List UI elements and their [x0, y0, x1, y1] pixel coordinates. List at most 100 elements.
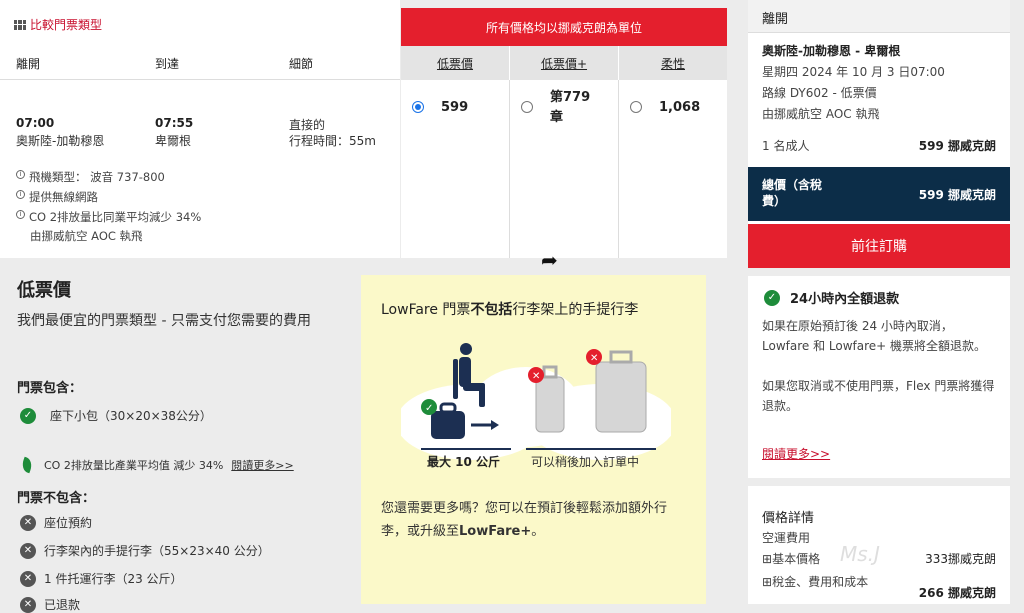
co2-row: i CO 2排放量比同業平均減少 34% — [16, 209, 201, 225]
exclude-item-text: 行李架內的手提行李（55×23×40 公分） — [44, 544, 270, 558]
col-details: 細節 — [289, 57, 314, 71]
check-icon: ✓ — [20, 407, 36, 424]
summary-flight-no: 路線 DY602 - 低票價 — [762, 86, 877, 100]
fare-headers: 低票價 低票價+ 柔性 — [401, 46, 727, 80]
exclude-item-text: 已退款 — [44, 598, 81, 612]
x-icon: ✕ — [20, 514, 36, 531]
total-label: 總價（含稅費） — [762, 178, 823, 208]
flight-info-panel: 比較門票類型 離開 到達 細節 07:00 奧斯陸-加勒穆恩 07:55 卑爾根… — [0, 0, 400, 258]
fare-price-flex: 1,068 — [659, 100, 701, 115]
exclude-item: ✕ 行李架內的手提行李（55×23×40 公分） — [20, 542, 270, 559]
summary-pax-price: 599 挪威克朗 — [918, 139, 996, 153]
card-caption-right: 可以稍後加入訂單中 — [531, 455, 640, 469]
include-item: ✓ 座下小包（30×20×38公分） — [20, 407, 212, 424]
leaf-icon — [19, 456, 35, 474]
check-icon: ✓ — [764, 289, 780, 306]
excludes-heading: 門票不包含： — [17, 491, 96, 506]
booking-summary: 離開 奧斯陸-加勒穆恩 - 卑爾根 星期四 2024 年 10 月 3 日07:… — [748, 0, 1010, 604]
svg-text:✕: ✕ — [590, 353, 598, 364]
base-price-row[interactable]: ⊞基本價格 — [762, 550, 820, 567]
currency-banner: 所有價格均以挪威克朗為單位 — [401, 8, 727, 46]
x-icon: ✕ — [20, 542, 36, 559]
exclude-item: ✕ 已退款 — [20, 596, 80, 613]
lowfare-title: 低票價 — [17, 280, 71, 301]
watermark: Ms.J — [840, 542, 880, 566]
base-price-value: 333挪威克朗 — [925, 552, 996, 566]
card-title-c: 行李架上的手提行李 — [512, 302, 639, 318]
compare-fares-link[interactable]: 比較門票類型 — [14, 16, 102, 33]
airfare-label: 空運費用 — [762, 531, 811, 545]
arrive-city: 卑爾根 — [155, 134, 192, 148]
fare-price-lowfare-plus: 第779 章 — [550, 90, 591, 125]
lowfare-description: 我們最便宜的門票類型 - 只需支付您需要的費用 — [17, 313, 311, 329]
summary-pax: 1 名成人 — [762, 139, 810, 153]
summary-route: 奧斯陸-加勒穆恩 - 卑爾根 — [762, 44, 901, 58]
fare-header-lowfare[interactable]: 低票價 — [401, 46, 510, 80]
card-bottom-text: 您還需要更多嗎？您可以在預訂後輕鬆添加額外行李，或升級至LowFare+。 — [381, 497, 691, 543]
card-title-b: 不包括 — [470, 302, 513, 318]
depart-city: 奧斯陸-加勒穆恩 — [16, 134, 105, 148]
fare-radio-lowfare[interactable] — [412, 101, 424, 113]
col-depart: 離開 — [16, 57, 41, 71]
exclude-item-text: 1 件托運行李（23 公斤） — [44, 572, 183, 586]
fare-price-lowfare: 599 — [441, 100, 469, 115]
fare-option-lowfare[interactable]: 599 — [401, 80, 510, 258]
card-bottom-c: 。 — [531, 524, 545, 539]
compare-fares-label: 比較門票類型 — [30, 18, 103, 32]
aircraft-text: 飛機類型： 波音 737-800 — [29, 170, 165, 184]
fare-header-lowfare-plus[interactable]: 低票價+ — [510, 46, 619, 80]
wifi-text: 提供無線網路 — [29, 190, 98, 204]
baggage-info-card: LowFare 門票不包括行李架上的手提行李 ✓ ✕ ✕ 最大 10 公斤 可以… — [361, 275, 706, 604]
summary-operator: 由挪威航空 AOC 執飛 — [762, 107, 880, 121]
operator-text: 由挪威航空 AOC 執飛 — [30, 229, 143, 243]
wifi-row: i 提供無線網路 — [16, 189, 98, 205]
fare-radio-flex[interactable] — [630, 101, 642, 113]
card-bottom-b: LowFare+ — [459, 524, 532, 539]
refund-text-2: 如果您取消或不使用門票，Flex 門票將獲得退款。 — [762, 379, 995, 413]
tax-row[interactable]: ⊞稅金、費用和成本 — [762, 574, 882, 590]
exclude-item: ✕ 1 件托運行李（23 公斤） — [20, 570, 183, 587]
total-price: 599 挪威克朗 — [918, 188, 996, 202]
svg-text:✓: ✓ — [425, 403, 433, 414]
fare-radio-lowfare-plus[interactable] — [521, 101, 533, 113]
read-more-link[interactable]: 閱讀更多>> — [231, 457, 293, 473]
info-icon: i — [16, 210, 25, 219]
col-arrive: 到達 — [155, 57, 180, 71]
info-icon: i — [16, 190, 25, 199]
divider — [0, 79, 400, 80]
fare-header-flex[interactable]: 柔性 — [619, 46, 727, 80]
cursor-icon: ➦ — [541, 248, 558, 272]
refund-title: 24小時內全額退款 — [790, 292, 900, 307]
summary-heading: 離開 — [748, 0, 1010, 33]
card-title-a: LowFare 門票 — [381, 302, 471, 318]
refund-heading-row: ✓ 24小時內全額退款 — [764, 288, 899, 307]
table-icon — [14, 19, 26, 30]
depart-time: 07:00 — [16, 116, 55, 130]
x-icon: ✕ — [20, 596, 36, 613]
fare-option-lowfare-plus[interactable]: 第779 章 — [510, 80, 619, 258]
expand-icon: ⊞ — [762, 575, 773, 589]
refund-text-1: 如果在原始預訂後 24 小時內取消，Lowfare 和 Lowfare+ 機票將… — [762, 319, 987, 353]
aircraft-row: i 飛機類型： 波音 737-800 — [16, 169, 165, 185]
tax-value: 266 挪威克朗 — [918, 586, 996, 600]
exclude-item-text: 座位預約 — [44, 516, 93, 530]
card-caption-left: 最大 10 公斤 — [427, 455, 501, 469]
fare-option-flex[interactable]: 1,068 — [619, 80, 727, 258]
direct-label: 直接的 — [289, 118, 326, 132]
book-button[interactable]: 前往訂購 — [748, 224, 1010, 268]
co2-text: CO 2排放量比同業平均減少 34% — [29, 210, 202, 224]
expand-icon: ⊞ — [762, 552, 773, 566]
info-icon: i — [16, 170, 25, 179]
summary-read-more-link[interactable]: 閱讀更多>> — [762, 445, 830, 462]
co2-include-text: CO 2排放量比產業平均值 減少 34% — [44, 459, 224, 472]
tax-label: 稅金、費用和成本 — [772, 575, 869, 589]
duration: 行程時間：55m — [289, 134, 376, 148]
baggage-illustration: ✓ ✕ ✕ — [401, 343, 671, 460]
svg-text:✕: ✕ — [532, 371, 540, 382]
card-title: LowFare 門票不包括行李架上的手提行李 — [381, 299, 638, 319]
co2-include-row: CO 2排放量比產業平均值 減少 34% 閱讀更多>> — [19, 456, 294, 474]
divider — [748, 478, 1010, 486]
divider — [748, 268, 1010, 276]
summary-date: 星期四 2024 年 10 月 3 日07:00 — [762, 65, 945, 79]
x-icon: ✕ — [20, 570, 36, 587]
